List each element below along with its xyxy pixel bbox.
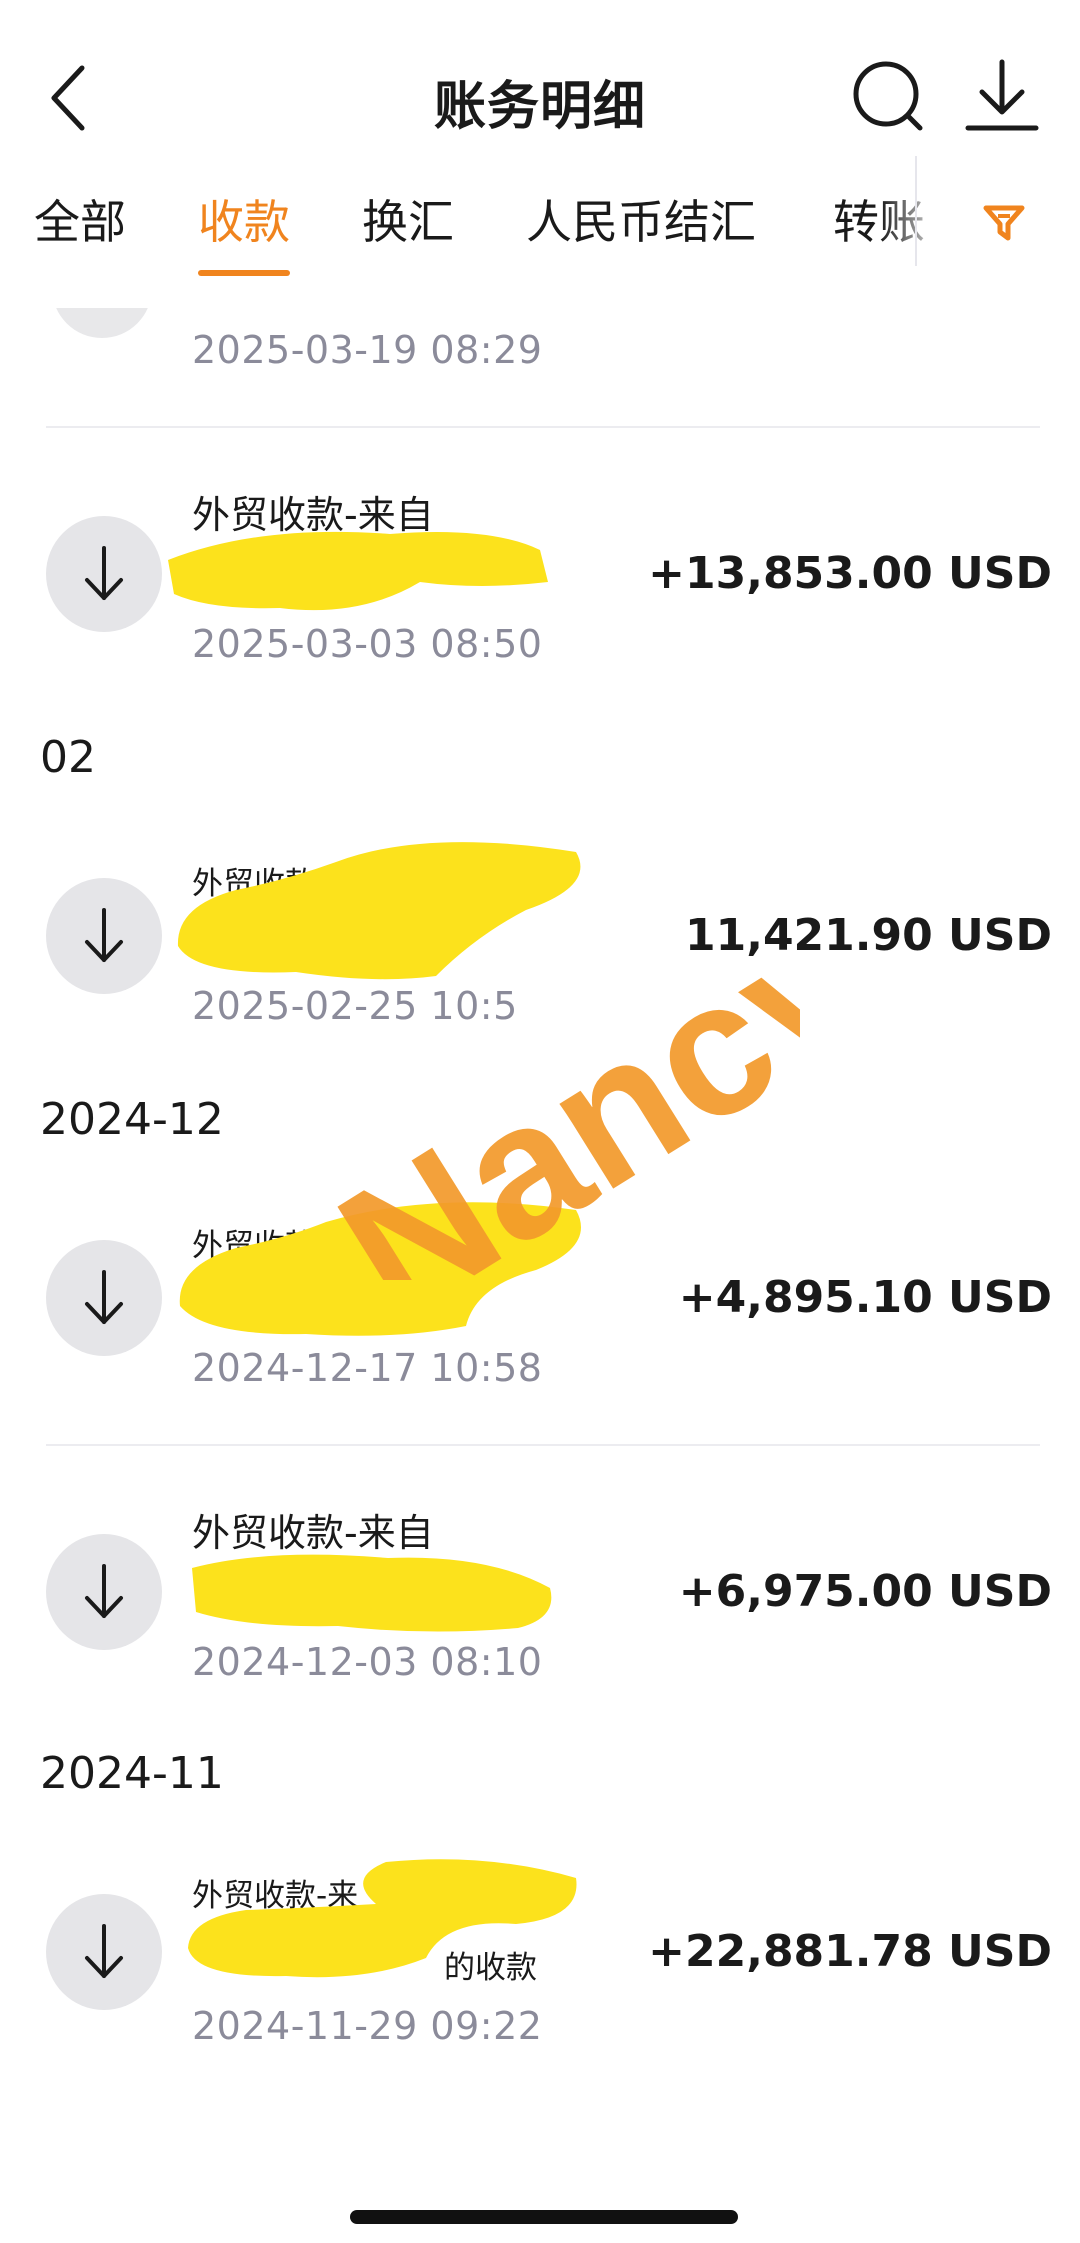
download-icon[interactable] <box>962 56 1042 136</box>
transaction-date: 2024-12-03 08:10 <box>192 1640 543 1684</box>
transaction-date: 2025-03-03 08:50 <box>192 622 543 666</box>
filter-icon[interactable] <box>980 198 1028 246</box>
tab-rmb-settlement[interactable]: 人民币结汇 <box>526 190 756 280</box>
incoming-icon <box>46 1240 162 1356</box>
tab-bar: 全部 收款 换汇 人民币结汇 转账 <box>0 156 1080 290</box>
transaction-date: 2024-11-29 09:22 <box>192 2004 543 2048</box>
tab-label: 全部 <box>34 195 126 249</box>
incoming-icon <box>46 1894 162 2010</box>
tab-label: 收款 <box>198 195 290 249</box>
transaction-date: 2025-03-19 08:29 <box>192 328 543 372</box>
tab-receipts[interactable]: 收款 <box>198 190 290 280</box>
incoming-icon <box>46 1534 162 1650</box>
redaction-scribble <box>179 1202 581 1336</box>
transaction-amount: +4,895.10 USD <box>678 1272 1052 1323</box>
incoming-icon <box>46 878 162 994</box>
redaction-scribble <box>192 1554 552 1632</box>
tab-label: 换汇 <box>362 195 454 249</box>
redaction-scribble <box>177 842 581 980</box>
transaction-date: 2024-12-17 10:58 <box>192 1346 543 1390</box>
tab-label: 人民币结汇 <box>526 195 756 249</box>
tab-all[interactable]: 全部 <box>34 190 126 280</box>
divider <box>46 426 1040 428</box>
transaction-title-suffix: 的收款 <box>444 1950 537 1986</box>
transaction-date: 2025-02-25 10:5 <box>192 984 518 1028</box>
tab-divider <box>915 156 917 266</box>
incoming-icon <box>46 516 162 632</box>
home-indicator[interactable] <box>350 2210 738 2224</box>
search-icon[interactable] <box>848 56 928 136</box>
group-header: 2024-11 <box>40 1748 224 1799</box>
active-tab-indicator <box>198 270 290 276</box>
tab-fade <box>880 160 960 270</box>
transaction-amount: 11,421.90 USD <box>685 910 1052 961</box>
redaction-scribble <box>168 531 548 611</box>
tab-exchange[interactable]: 换汇 <box>362 190 454 280</box>
transaction-amount: +6,975.00 USD <box>678 1566 1052 1617</box>
transaction-amount: +13,853.00 USD <box>648 548 1052 599</box>
group-header: 2024-12 <box>40 1094 224 1145</box>
group-header: 02 <box>40 732 96 783</box>
transaction-amount: +22,881.78 USD <box>648 1926 1052 1977</box>
divider <box>46 1444 1040 1446</box>
